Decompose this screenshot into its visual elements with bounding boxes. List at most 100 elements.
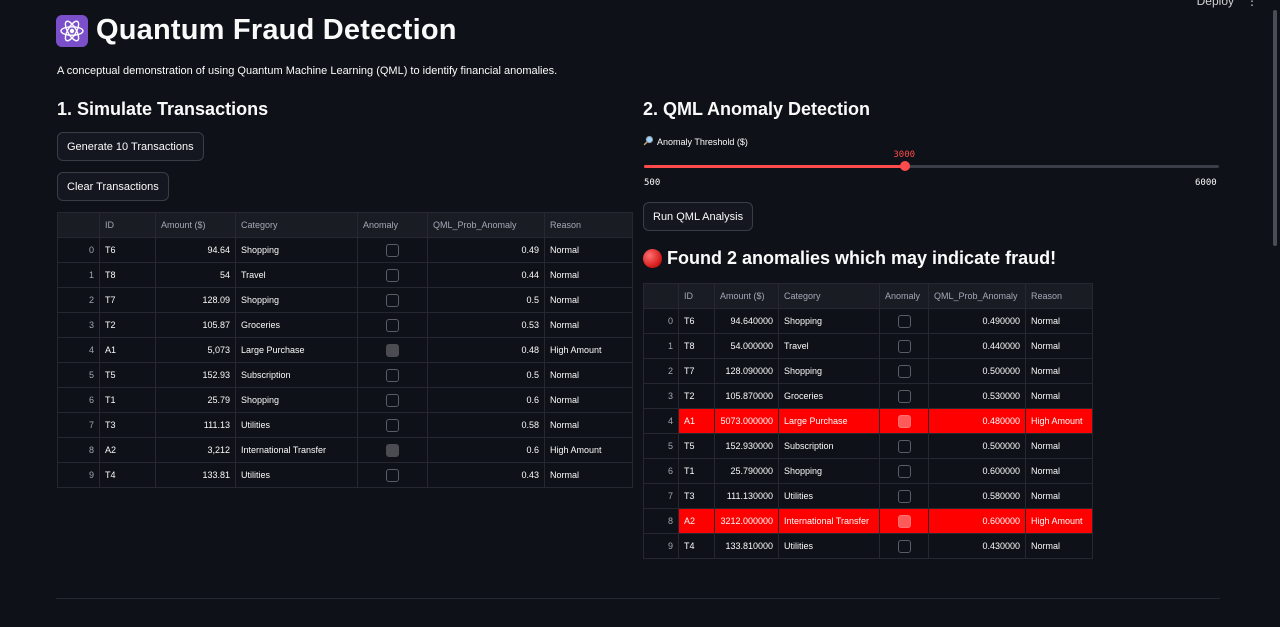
column-header[interactable]: Anomaly (879, 283, 929, 309)
anomaly-checkbox[interactable] (897, 339, 911, 353)
cell-prob: 0.43 (427, 462, 545, 488)
anomaly-checkbox[interactable] (386, 393, 399, 407)
column-header[interactable]: Reason (1025, 283, 1093, 309)
column-header[interactable]: Amount ($) (155, 212, 236, 238)
run-qml-analysis-button[interactable]: Run QML Analysis (643, 202, 754, 231)
row-index: 2 (57, 287, 100, 313)
anomaly-checkbox[interactable] (386, 418, 399, 432)
cell-reason: Normal (1025, 383, 1093, 409)
table-row[interactable]: 3 T2 105.870000 Groceries 0.530000 Normal (643, 383, 1093, 409)
cell-reason: High Amount (544, 337, 633, 363)
table-row[interactable]: 6 T1 25.79 Shopping 0.6 Normal (57, 387, 633, 413)
anomaly-checkbox[interactable] (386, 243, 399, 257)
cell-anomaly (879, 483, 929, 509)
cell-prob: 0.6 (427, 387, 545, 413)
cell-id: T1 (678, 458, 715, 484)
clear-transactions-button[interactable]: Clear Transactions (57, 172, 169, 201)
cell-category: Utilities (235, 462, 358, 488)
simulate-heading: 1. Simulate Transactions (57, 99, 269, 119)
deploy-button[interactable]: Deploy (1197, 0, 1234, 8)
page-scrollbar[interactable] (1273, 10, 1277, 246)
row-index: 7 (643, 483, 679, 509)
table-row[interactable]: 9 T4 133.81 Utilities 0.43 Normal (57, 462, 633, 488)
cell-amount: 5073.000000 (714, 408, 779, 434)
cell-amount: 25.790000 (714, 458, 779, 484)
anomaly-checkbox[interactable] (386, 443, 399, 457)
anomaly-checkbox[interactable] (897, 439, 911, 453)
threshold-slider-thumb[interactable] (900, 161, 911, 171)
column-header[interactable]: QML_Prob_Anomaly (928, 283, 1026, 309)
row-index: 5 (643, 433, 679, 459)
cell-reason: Normal (1025, 433, 1093, 459)
table-row[interactable]: 5 T5 152.930000 Subscription 0.500000 Normal (643, 433, 1093, 459)
table-row[interactable]: 5 T5 152.93 Subscription 0.5 Normal (57, 362, 633, 388)
cell-prob: 0.48 (427, 337, 545, 363)
row-index: 9 (643, 533, 679, 559)
divider (56, 598, 1220, 599)
column-header[interactable]: Reason (544, 212, 633, 238)
table-row[interactable]: 8 A2 3,212 International Transfer 0.6 High Am… (57, 437, 633, 463)
cell-id: T7 (99, 287, 156, 313)
table-row[interactable]: 7 T3 111.13 Utilities 0.58 Normal (57, 412, 633, 438)
page-subtitle: A conceptual demonstration of using Quan… (57, 65, 558, 77)
cell-id: T3 (99, 412, 156, 438)
main-menu-icon[interactable]: ⋮ (1246, 0, 1258, 8)
cell-reason: Normal (544, 312, 633, 338)
cell-anomaly (879, 533, 929, 559)
anomaly-checkbox[interactable] (386, 368, 399, 382)
column-header[interactable] (643, 283, 679, 309)
table-row[interactable]: 8 A2 3212.000000 International Transfer 0.60… (643, 508, 1093, 534)
table-row[interactable]: 4 A1 5073.000000 Large Purchase 0.480000 High… (643, 408, 1093, 434)
anomaly-checkbox[interactable] (897, 514, 911, 528)
cell-id: T4 (678, 533, 715, 559)
cell-category: Subscription (235, 362, 358, 388)
anomaly-checkbox[interactable] (897, 314, 911, 328)
cell-category: International Transfer (778, 508, 880, 534)
column-header[interactable]: ID (99, 212, 156, 238)
column-header[interactable]: Category (778, 283, 880, 309)
table-row[interactable]: 1 T8 54.000000 Travel 0.440000 Normal (643, 333, 1093, 359)
table-row[interactable]: 6 T1 25.790000 Shopping 0.600000 Normal (643, 458, 1093, 484)
cell-anomaly (879, 458, 929, 484)
column-header[interactable]: Amount ($) (714, 283, 779, 309)
anomaly-checkbox[interactable] (897, 464, 911, 478)
column-header[interactable]: QML_Prob_Anomaly (427, 212, 545, 238)
table-row[interactable]: 0 T6 94.640000 Shopping 0.490000 Normal (643, 308, 1093, 334)
anomaly-checkbox[interactable] (897, 364, 911, 378)
cell-amount: 3212.000000 (714, 508, 779, 534)
table-row[interactable]: 3 T2 105.87 Groceries 0.53 Normal (57, 312, 633, 338)
table-row[interactable]: 9 T4 133.810000 Utilities 0.430000 Normal (643, 533, 1093, 559)
row-index: 4 (643, 408, 679, 434)
anomaly-checkbox[interactable] (386, 468, 399, 482)
cell-category: Large Purchase (235, 337, 358, 363)
cell-category: International Transfer (235, 437, 358, 463)
cell-reason: High Amount (1025, 408, 1093, 434)
table-row[interactable]: 7 T3 111.130000 Utilities 0.580000 Normal (643, 483, 1093, 509)
generate-transactions-button[interactable]: Generate 10 Transactions (57, 132, 204, 161)
anomaly-checkbox[interactable] (897, 539, 911, 553)
threshold-slider[interactable] (644, 161, 1219, 171)
anomaly-checkbox[interactable] (386, 318, 399, 332)
transactions-table[interactable]: ID Amount ($) Category Anomaly QML_Prob_Anom… (57, 212, 633, 488)
anomaly-checkbox[interactable] (386, 268, 399, 282)
column-header[interactable]: Anomaly (357, 212, 428, 238)
detection-results-table[interactable]: ID Amount ($) Category Anomaly QML_Prob_Anom… (643, 283, 1093, 559)
anomaly-checkbox[interactable] (897, 489, 911, 503)
red-circle-icon (643, 249, 662, 268)
anomaly-checkbox[interactable] (386, 293, 399, 307)
column-header[interactable]: Category (235, 212, 358, 238)
table-row[interactable]: 1 T8 54 Travel 0.44 Normal (57, 262, 633, 288)
table-row[interactable]: 4 A1 5,073 Large Purchase 0.48 High Amount (57, 337, 633, 363)
anomaly-checkbox[interactable] (386, 343, 399, 357)
cell-category: Subscription (778, 433, 880, 459)
column-header[interactable] (57, 212, 100, 238)
table-row[interactable]: 2 T7 128.09 Shopping 0.5 Normal (57, 287, 633, 313)
magnifier-icon (643, 135, 654, 148)
anomaly-checkbox[interactable] (897, 389, 911, 403)
table-row[interactable]: 0 T6 94.64 Shopping 0.49 Normal (57, 237, 633, 263)
table-row[interactable]: 2 T7 128.090000 Shopping 0.500000 Normal (643, 358, 1093, 384)
column-header[interactable]: ID (678, 283, 715, 309)
cell-prob: 0.44 (427, 262, 545, 288)
anomaly-checkbox[interactable] (897, 414, 911, 428)
top-toolbar: Deploy ⋮ (980, 0, 1280, 10)
